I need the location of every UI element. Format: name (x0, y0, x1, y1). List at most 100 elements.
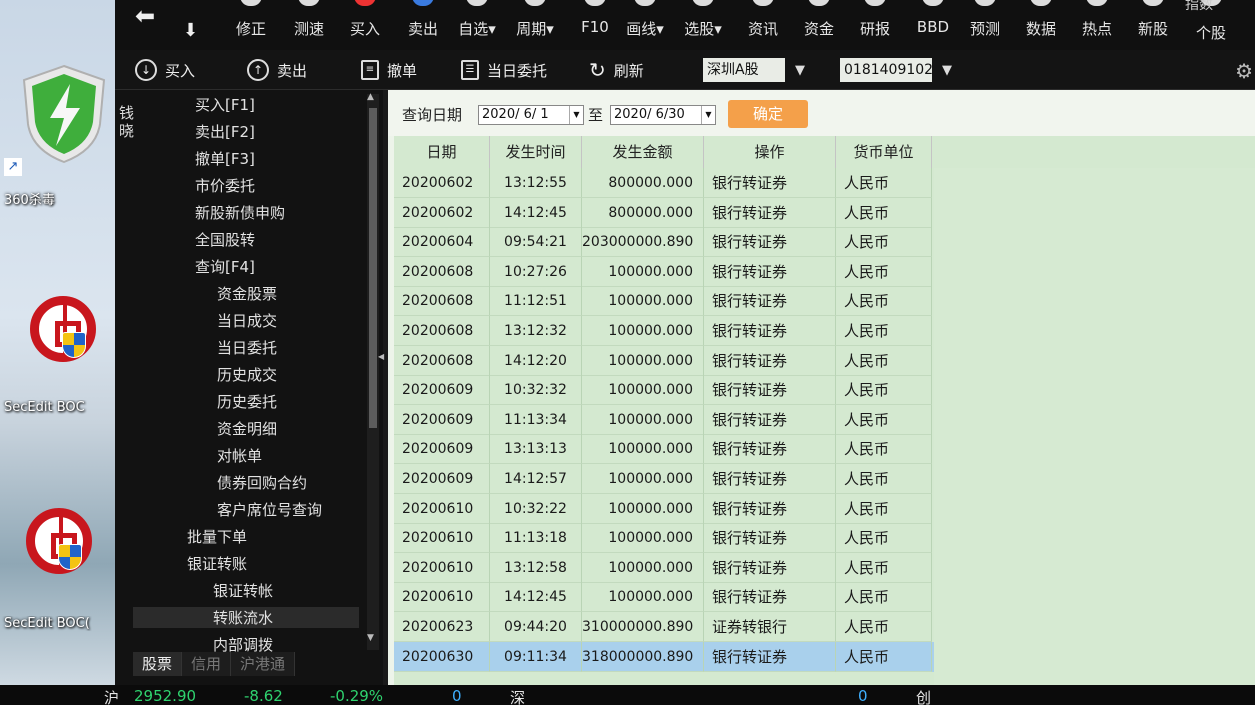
desktop-icon-label[interactable]: SecEdit BOC (0, 400, 115, 415)
toolbar-item-1[interactable]: 测速 (281, 0, 337, 50)
table-row[interactable]: 20200623 09:44:20 310000000.890 证券转银行 人民币 (394, 612, 934, 642)
market-select[interactable]: 深圳A股 ▼ (703, 58, 805, 82)
sidebar-item[interactable]: 市价委托 (195, 175, 255, 196)
refresh-button[interactable]: ↻ 刷新 (589, 58, 644, 82)
table-row[interactable]: 20200610 10:32:22 100000.000 银行转证券 人民币 (394, 493, 934, 524)
cell-amount: 100000.000 (582, 375, 704, 406)
sidebar-item[interactable]: 批量下单 (187, 526, 247, 547)
toolbar-item-7[interactable]: 画线▾ (617, 0, 673, 50)
cell-amount: 100000.000 (582, 404, 704, 435)
ticker-index2-name[interactable]: 深 (510, 687, 525, 705)
today-orders-button[interactable]: ☰ 当日委托 (461, 58, 547, 82)
toolbar-item-15[interactable]: 热点 (1069, 0, 1125, 50)
ticker-index-name[interactable]: 沪 (104, 687, 119, 705)
chevron-down-icon[interactable]: ▼ (795, 63, 805, 78)
sidebar-tab[interactable]: 股票 (133, 652, 183, 676)
table-row[interactable]: 20200610 13:12:58 100000.000 银行转证券 人民币 (394, 552, 934, 583)
toolbar-item-14[interactable]: 数据 (1013, 0, 1069, 50)
chevron-down-icon[interactable]: ▼ (569, 106, 583, 124)
ticker-index3-name[interactable]: 创 (916, 687, 931, 705)
cell-date: 20200602 (394, 168, 490, 198)
start-date-picker[interactable]: 2020/ 6/ 1 ▼ (478, 105, 584, 125)
end-date-picker[interactable]: 2020/ 6/30 ▼ (610, 105, 716, 125)
ticker-volume2: 0 (858, 687, 868, 705)
table-row[interactable]: 20200602 14:12:45 800000.000 银行转证券 人民币 (394, 197, 934, 228)
table-row[interactable]: 20200630 09:11:34 318000000.890 银行转证券 人民币 (394, 641, 934, 672)
header-time[interactable]: 发生时间 (490, 136, 582, 168)
gear-icon[interactable]: ⚙ (1235, 59, 1253, 83)
sidebar-item[interactable]: 资金明细 (217, 418, 277, 439)
table-row[interactable]: 20200609 10:32:32 100000.000 银行转证券 人民币 (394, 375, 934, 406)
toolbar-item-label: 个股 (1195, 24, 1226, 42)
cancel-order-button[interactable]: ≡ 撤单 (361, 58, 417, 82)
table-row[interactable]: 20200608 10:27:26 100000.000 银行转证券 人民币 (394, 256, 934, 287)
table-row[interactable]: 20200608 14:12:20 100000.000 银行转证券 人民币 (394, 345, 934, 376)
toolbar-item-8[interactable]: 选股▾ (675, 0, 731, 50)
table-row[interactable]: 20200610 11:13:18 100000.000 银行转证券 人民币 (394, 523, 934, 554)
chevron-down-icon[interactable]: ▼ (942, 63, 952, 78)
table-row[interactable]: 20200609 11:13:34 100000.000 银行转证券 人民币 (394, 404, 934, 435)
toolbar-item-3[interactable]: 卖出 (395, 0, 451, 50)
toolbar-item-16[interactable]: 新股 (1125, 0, 1181, 50)
sidebar-tab[interactable]: 信用 (182, 652, 232, 676)
header-date[interactable]: 日期 (394, 136, 490, 168)
sidebar-item[interactable]: 转账流水 (133, 607, 359, 628)
sidebar-item[interactable]: 对帐单 (217, 445, 262, 466)
sidebar-item[interactable]: 买入[F1] (195, 94, 255, 115)
header-operation[interactable]: 操作 (704, 136, 836, 168)
table-row[interactable]: 20200610 14:12:45 100000.000 银行转证券 人民币 (394, 582, 934, 613)
toolbar-item-13[interactable]: 预测 (957, 0, 1013, 50)
header-amount[interactable]: 发生金额 (582, 136, 704, 168)
account-select[interactable]: 0181409102 ▼ (840, 58, 952, 82)
toolbar-index-label[interactable]: 指数 (1185, 0, 1213, 14)
desktop-icon-label[interactable]: SecEdit BOC( (0, 616, 115, 631)
gauge-icon (298, 0, 320, 6)
sidebar-item[interactable]: 全国股转 (195, 229, 255, 250)
table-row[interactable]: 20200609 14:12:57 100000.000 银行转证券 人民币 (394, 464, 934, 494)
back-arrow-icon[interactable]: ⬅ (135, 2, 155, 30)
scroll-down-icon[interactable]: ▼ (367, 633, 374, 643)
toolbar-item-4[interactable]: 自选▾ (449, 0, 505, 50)
sidebar-tabs: 股票 信用 沪港通 (133, 652, 296, 676)
desktop-icon-label[interactable]: 360杀毒 (0, 189, 115, 208)
down-arrow-icon[interactable]: ⬇ (183, 20, 198, 41)
toolbar-item-2[interactable]: 买入 (337, 0, 393, 50)
sidebar-item[interactable]: 当日委托 (217, 337, 277, 358)
buy-button[interactable]: ↓ 买入 (135, 58, 195, 82)
sidebar-item[interactable]: 查询[F4] (195, 256, 255, 277)
toolbar-item-0[interactable]: 修正 (223, 0, 279, 50)
toolbar-item-5[interactable]: 周期▾ (507, 0, 563, 50)
sidebar-item[interactable]: 银证转账 (187, 553, 247, 574)
sidebar-item[interactable]: 撤单[F3] (195, 148, 255, 169)
toolbar-item-11[interactable]: 研报 (847, 0, 903, 50)
collapse-sidebar-icon[interactable]: ◀ (378, 352, 384, 361)
table-row[interactable]: 20200608 13:12:32 100000.000 银行转证券 人民币 (394, 316, 934, 346)
sidebar-item[interactable]: 资金股票 (217, 283, 277, 304)
toolbar-item-9[interactable]: 资讯 (735, 0, 791, 50)
sidebar-item[interactable]: 历史成交 (217, 364, 277, 385)
table-row[interactable]: 20200602 13:12:55 800000.000 银行转证券 人民币 (394, 168, 934, 198)
sidebar-item[interactable]: 卖出[F2] (195, 121, 255, 142)
sidebar-item[interactable]: 当日成交 (217, 310, 277, 331)
toolbar-item-label: 自选▾ (458, 20, 496, 38)
table-row[interactable]: 20200608 11:12:51 100000.000 银行转证券 人民币 (394, 286, 934, 317)
toolbar-item-12[interactable]: BBD (905, 0, 961, 50)
sidebar-item[interactable]: 债券回购合约 (217, 472, 307, 493)
confirm-button[interactable]: 确定 (728, 100, 808, 128)
cell-date: 20200610 (394, 552, 490, 583)
scroll-up-icon[interactable]: ▲ (367, 92, 374, 102)
sidebar-item[interactable]: 银证转帐 (213, 580, 273, 601)
table-row[interactable]: 20200604 09:54:21 203000000.890 银行转证券 人民币 (394, 227, 934, 258)
sidebar-tab[interactable]: 沪港通 (231, 652, 296, 676)
sidebar-scroll-thumb[interactable] (369, 108, 377, 428)
sell-button[interactable]: ↑ 卖出 (247, 58, 307, 82)
toolbar-item-6[interactable]: F10 (567, 0, 623, 50)
antivirus-shield-icon[interactable] (18, 62, 110, 166)
header-currency[interactable]: 货币单位 (836, 136, 932, 168)
table-row[interactable]: 20200609 13:13:13 100000.000 银行转证券 人民币 (394, 434, 934, 465)
sidebar-item[interactable]: 新股新债申购 (195, 202, 285, 223)
sidebar-item[interactable]: 客户席位号查询 (217, 499, 322, 520)
toolbar-item-10[interactable]: 资金 (791, 0, 847, 50)
sidebar-item[interactable]: 历史委托 (217, 391, 277, 412)
chevron-down-icon[interactable]: ▼ (701, 106, 715, 124)
